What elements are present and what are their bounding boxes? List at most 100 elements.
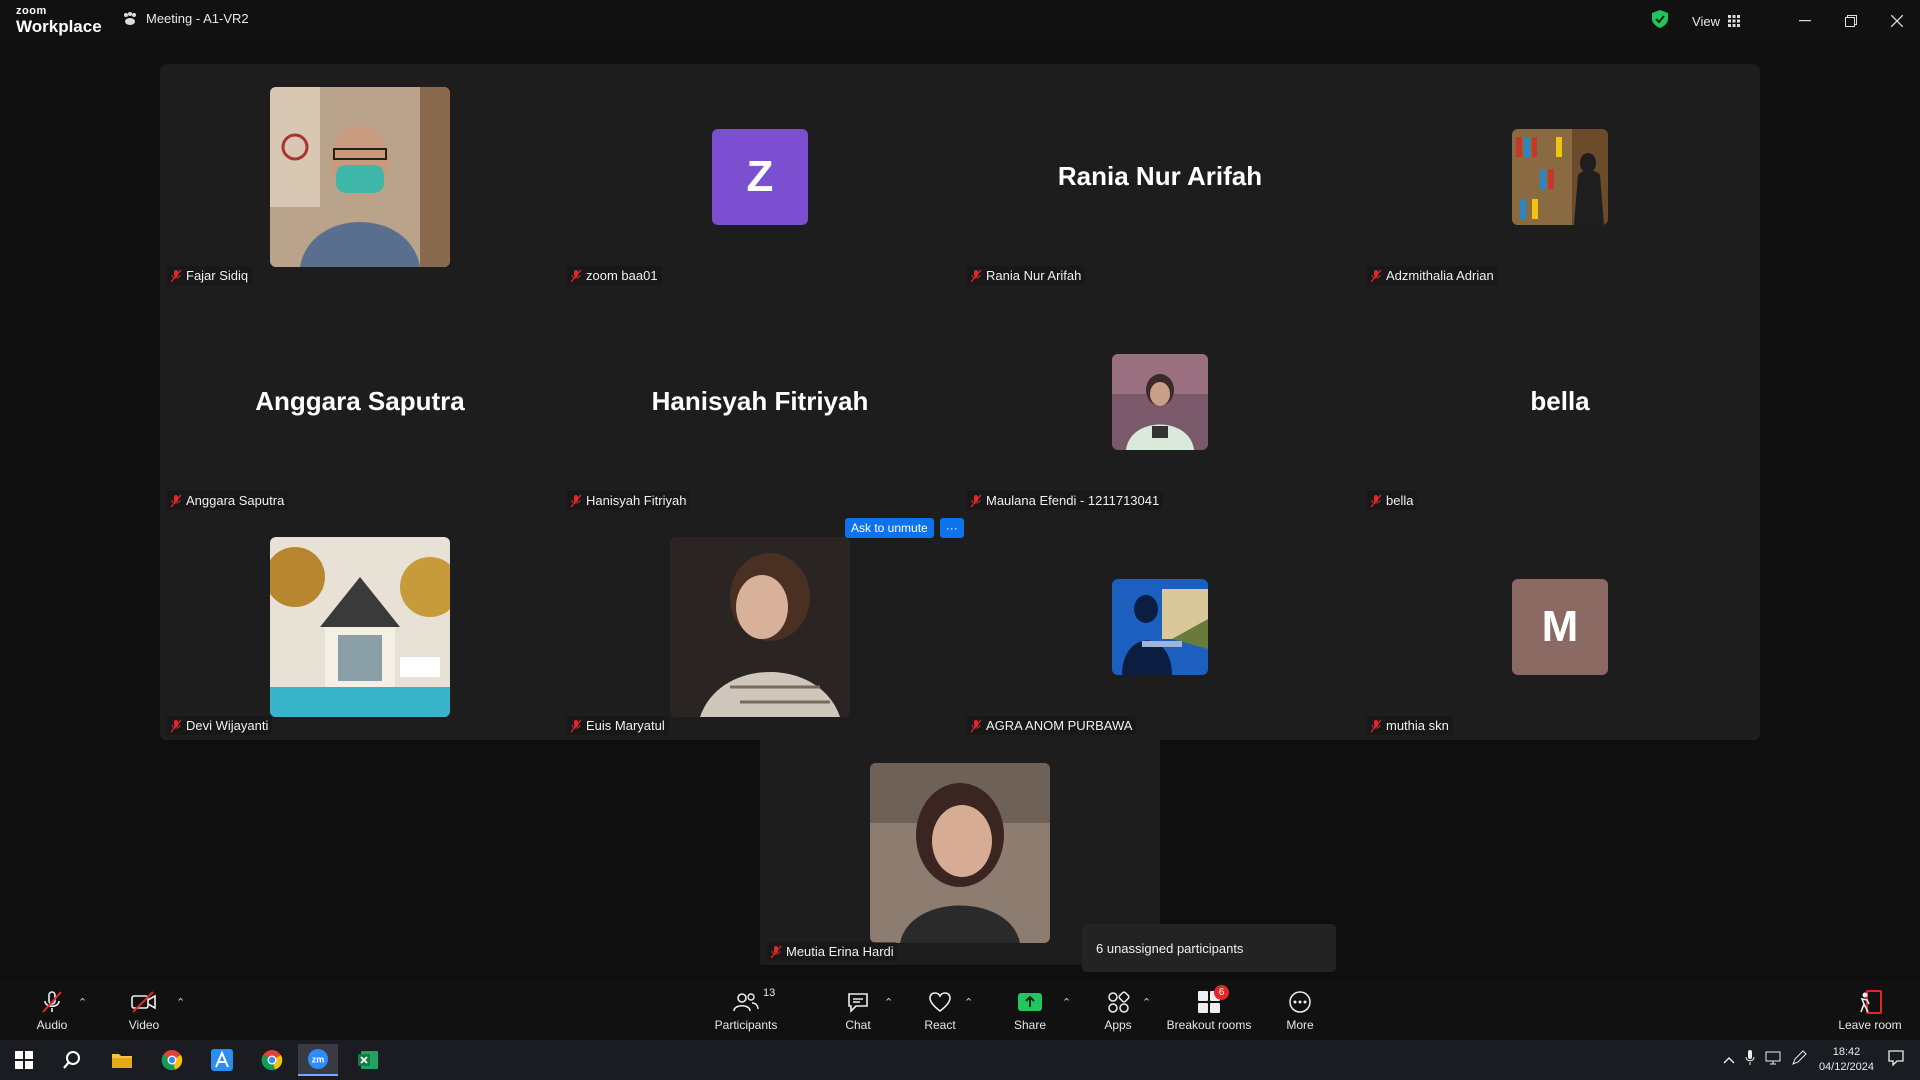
file-explorer-button[interactable] <box>102 1044 142 1076</box>
restore-icon <box>1845 15 1857 27</box>
share-options-chevron-icon[interactable]: ⌃ <box>1062 996 1071 1009</box>
mic-muted-icon <box>170 719 182 732</box>
minimize-button[interactable] <box>1782 0 1828 42</box>
participant-name: Anggara Saputra <box>186 493 285 508</box>
chrome-icon <box>161 1050 183 1071</box>
participant-tile[interactable]: bella bella <box>1360 289 1760 514</box>
breakout-rooms-button[interactable]: 6 Breakout rooms <box>1166 980 1252 1040</box>
video-options-chevron-icon[interactable]: ⌃ <box>176 996 185 1009</box>
participant-name: Hanisyah Fitriyah <box>586 493 687 508</box>
apps-icon <box>1108 990 1130 1013</box>
participant-name: Adzmithalia Adrian <box>1386 268 1494 283</box>
app-a-button[interactable] <box>202 1044 242 1076</box>
apps-label: Apps <box>1104 1017 1132 1032</box>
chrome-icon <box>261 1050 283 1071</box>
view-button[interactable]: View <box>1692 14 1740 29</box>
apps-options-chevron-icon[interactable]: ⌃ <box>1142 996 1151 1009</box>
notifications-icon[interactable] <box>1888 1049 1904 1071</box>
woman-laughing-photo <box>670 536 850 717</box>
participant-name-tag: AGRA ANOM PURBAWA <box>966 716 1137 735</box>
mic-muted-icon <box>970 269 982 282</box>
tile-more-options-button[interactable]: ··· <box>939 518 964 538</box>
taskbar-clock[interactable]: 18:42 04/12/2024 <box>1819 1045 1874 1075</box>
participant-tile[interactable]: M muthia skn <box>1360 514 1760 739</box>
participant-tile[interactable]: Maulana Efendi - 1211713041 <box>960 289 1360 514</box>
participant-name-tag: zoom baa01 <box>566 266 662 285</box>
react-options-chevron-icon[interactable]: ⌃ <box>964 996 973 1009</box>
participants-button[interactable]: 13 Participants <box>710 980 782 1040</box>
search-taskbar-button[interactable] <box>52 1044 92 1076</box>
meeting-title[interactable]: Meeting - A1-VR2 <box>122 11 249 26</box>
mic-muted-icon <box>570 719 582 732</box>
participant-display-name: Hanisyah Fitriyah <box>651 386 869 416</box>
mic-muted-icon <box>1370 719 1382 732</box>
network-tray-icon[interactable] <box>1765 1051 1781 1070</box>
mic-muted-icon <box>770 945 782 958</box>
windows-start-button[interactable] <box>4 1044 44 1076</box>
react-button[interactable]: React <box>920 980 960 1040</box>
chrome-profile-button[interactable] <box>252 1044 292 1076</box>
participant-name-tag: muthia skn <box>1366 716 1453 735</box>
participant-tile[interactable]: Adzmithalia Adrian <box>1360 64 1760 289</box>
more-label: More <box>1286 1017 1314 1032</box>
brand-bottom-text: Workplace <box>16 17 102 36</box>
audio-options-chevron-icon[interactable]: ⌃ <box>78 996 87 1009</box>
apps-button[interactable]: Apps <box>1098 980 1138 1040</box>
close-button[interactable] <box>1874 0 1920 42</box>
participant-tile[interactable]: Z zoom baa01 <box>560 64 960 289</box>
pen-tray-icon[interactable] <box>1791 1049 1807 1071</box>
participant-tile[interactable]: Euis Maryatul <box>560 514 960 739</box>
participant-name-tag: bella <box>1366 491 1418 510</box>
restore-button[interactable] <box>1828 0 1874 42</box>
leave-room-label: Leave room <box>1838 1017 1902 1032</box>
participant-name-tag: Meutia Erina Hardi <box>766 942 898 961</box>
avatar-letter: M <box>1541 601 1579 651</box>
unassigned-participants-tooltip[interactable]: 6 unassigned participants <box>1082 924 1336 972</box>
video-button[interactable]: Video <box>124 980 164 1040</box>
more-button[interactable]: More <box>1280 980 1320 1040</box>
man-with-mask-photo <box>270 86 450 267</box>
audio-button[interactable]: Audio <box>32 980 72 1040</box>
chrome-button[interactable] <box>152 1044 192 1076</box>
participant-name-tag: Devi Wijayanti <box>166 716 273 735</box>
participant-name: Meutia Erina Hardi <box>786 944 894 959</box>
audio-label: Audio <box>36 1017 68 1032</box>
participant-tile[interactable]: Fajar Sidiq <box>160 64 560 289</box>
chat-button[interactable]: Chat <box>838 980 878 1040</box>
mic-muted-icon <box>570 269 582 282</box>
zoom-taskbar-button[interactable]: zm <box>298 1044 338 1076</box>
share-label: Share <box>1013 1017 1047 1032</box>
participant-name: muthia skn <box>1386 718 1449 733</box>
participant-tile[interactable]: AGRA ANOM PURBAWA <box>960 514 1360 739</box>
ask-to-unmute-button[interactable]: Ask to unmute <box>845 518 934 538</box>
react-label: React <box>924 1017 956 1032</box>
title-bar: zoom Workplace Meeting - A1-VR2 View <box>0 0 1920 42</box>
participant-name: zoom baa01 <box>586 268 658 283</box>
participant-display-name: Rania Nur Arifah <box>1057 161 1263 191</box>
unassigned-participants-text: 6 unassigned participants <box>1096 940 1244 956</box>
mic-muted-icon <box>1370 269 1382 282</box>
meeting-title-text: Meeting - A1-VR2 <box>146 11 249 26</box>
excel-taskbar-button[interactable] <box>348 1044 388 1076</box>
microphone-tray-icon[interactable] <box>1745 1049 1755 1071</box>
share-button[interactable]: Share <box>1010 980 1050 1040</box>
svg-text:zm: zm <box>312 1055 325 1065</box>
leave-room-button[interactable]: Leave room <box>1834 980 1906 1040</box>
participant-name-tag: Fajar Sidiq <box>166 266 253 285</box>
search-icon <box>63 1051 80 1069</box>
grid-icon <box>1728 15 1740 27</box>
participant-tile[interactable]: Anggara Saputra Anggara Saputra <box>160 289 560 514</box>
chat-options-chevron-icon[interactable]: ⌃ <box>884 996 893 1009</box>
blue-a-app-icon <box>211 1049 233 1071</box>
participant-tile[interactable]: Hanisyah Fitriyah Hanisyah Fitriyah <box>560 289 960 514</box>
security-shield-icon[interactable] <box>1652 9 1669 33</box>
participant-display-name: Anggara Saputra <box>255 386 465 416</box>
excel-icon <box>358 1051 378 1069</box>
woman-portrait-photo <box>870 762 1050 943</box>
participant-name-tag: Maulana Efendi - 1211713041 <box>966 491 1164 510</box>
participants-icon <box>733 992 759 1011</box>
minimize-icon <box>1799 20 1811 22</box>
participant-tile[interactable]: Devi Wijayanti <box>160 514 560 739</box>
participant-tile[interactable]: Rania Nur Arifah Rania Nur Arifah <box>960 64 1360 289</box>
show-hidden-icons-chevron-icon[interactable] <box>1723 1051 1735 1069</box>
